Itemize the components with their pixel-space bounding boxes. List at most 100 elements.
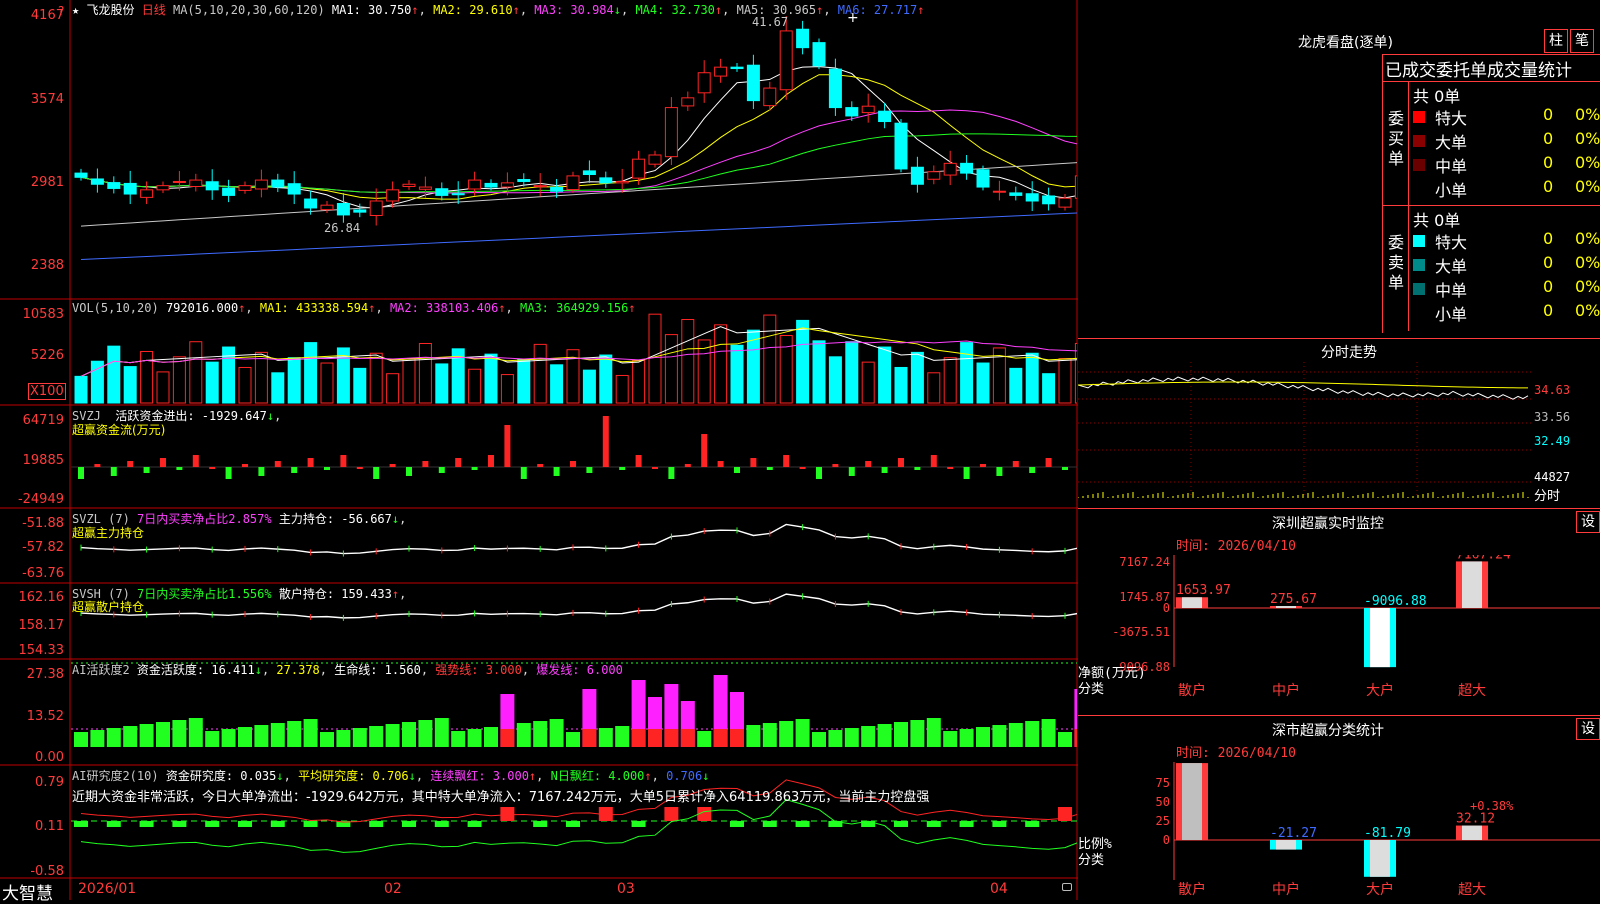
candle-body — [582, 170, 596, 176]
activity-bar — [352, 728, 367, 747]
main-ytick: 2981 — [30, 175, 64, 190]
candle-body — [304, 198, 318, 209]
ai2-comment: 近期大资金非常活跃，今日大单净流出：-1929.642万元，其中特大单净流入：7… — [72, 790, 930, 805]
flow-bar — [980, 464, 986, 467]
row-value: 0 — [1543, 277, 1554, 296]
value-label: 170.93 — [1176, 762, 1223, 764]
research-bar — [959, 821, 974, 827]
row-pct: 0% — [1575, 129, 1600, 148]
row-pct: 0% — [1575, 153, 1600, 172]
activity-bar — [746, 725, 761, 747]
activity-bar — [959, 729, 974, 747]
sell-side-label: 委卖单 — [1388, 233, 1405, 292]
activity-bar — [106, 728, 121, 747]
volume-bar — [943, 357, 957, 404]
fenshi-title: 分时走势 — [1321, 345, 1377, 361]
category-bar-inner — [1182, 763, 1202, 840]
ai2-t4: N日飘红: 4.000 — [550, 769, 645, 783]
svsh-text1: 7日内买卖净占比1.556% — [137, 587, 272, 601]
period-label[interactable]: 日线 — [142, 3, 166, 17]
monitor-settings-button[interactable]: 设 — [1576, 511, 1600, 533]
flow-bar — [324, 467, 330, 470]
activity-bar — [1058, 732, 1072, 747]
activity-bar — [188, 718, 203, 747]
ai2-ytick: -0.58 — [30, 864, 64, 879]
activity-bar — [844, 728, 859, 747]
candle-body — [730, 66, 744, 70]
row-pct: 0% — [1575, 253, 1600, 272]
svzj-ytick: 19885 — [22, 453, 64, 468]
main-ytick: 2388 — [30, 258, 64, 273]
value-label: -21.27 — [1270, 826, 1317, 841]
row-pct: 0% — [1575, 177, 1600, 196]
candle-body — [1042, 195, 1056, 205]
volume-bar — [304, 342, 318, 404]
volume-bar — [550, 364, 564, 404]
volume-bar — [1025, 352, 1039, 404]
research-bar — [926, 821, 941, 827]
chart-ytick: 50 — [1156, 795, 1170, 809]
svzj-subtitle: 超赢资金流(万元) — [72, 423, 166, 437]
row-pct: 0% — [1575, 105, 1600, 124]
star-icon[interactable]: ★ — [72, 3, 79, 17]
research-bar — [172, 821, 187, 827]
volume-bar — [1058, 358, 1072, 404]
candle-body — [205, 181, 219, 191]
research-bar — [139, 821, 154, 827]
intraday-chart[interactable] — [1078, 362, 1533, 498]
candlestick-chart[interactable] — [71, 0, 1077, 299]
flow-bar — [930, 455, 937, 467]
vol-ytick: 10583 — [22, 307, 64, 322]
stock-name: 飞龙股份 — [86, 3, 135, 17]
classify-settings-button[interactable]: 设 — [1576, 718, 1600, 740]
flow-bar — [668, 467, 675, 479]
classify-bar-chart[interactable]: 75 50 25 0 170.93 散户 -21.27 中户 -81.79 大户 32.12 超大 比例… — [1078, 762, 1600, 900]
svsh-text2: 散户持仓: 159.433 — [278, 587, 392, 601]
row-label: 中单 — [1435, 281, 1468, 300]
candle-body — [812, 42, 826, 67]
research-bar — [664, 807, 679, 821]
ai1-t2: 27.378 — [276, 663, 320, 677]
volume-bar — [796, 319, 810, 404]
activity-bar — [812, 732, 826, 747]
bottom-brand[interactable]: 大智慧 — [2, 879, 53, 904]
activity-bar — [1008, 723, 1023, 747]
ai2-header: AI研究度2(10) 资金研究度: 0.035↓, 平均研究度: 0.706↓,… — [72, 769, 710, 783]
fenshi-ytick: 44827 — [1534, 470, 1571, 484]
left-chart-area[interactable]: 4167 3574 2981 2388 ? 10583 5226 X100 64… — [0, 0, 1078, 904]
flow-bar — [750, 458, 757, 467]
candle-body — [369, 200, 383, 216]
tick-mode-button[interactable]: 笔 — [1570, 29, 1594, 53]
date-axis-label: 03 — [617, 881, 635, 897]
candle-body — [435, 188, 449, 196]
candle-body — [894, 122, 908, 170]
ma1-value: MA1: 30.750 — [331, 3, 412, 17]
flow-bar — [783, 455, 790, 467]
volume-bar — [664, 334, 678, 404]
row-label: 小单 — [1435, 305, 1468, 324]
flow-bar — [898, 458, 904, 467]
vol-ma2: MA2: 338103.406 — [389, 301, 499, 315]
row-value: 0 — [1543, 177, 1554, 196]
fenshi-ytick: 32.49 — [1534, 434, 1571, 448]
flow-bar — [914, 467, 921, 470]
flow-bar — [865, 461, 872, 467]
svsh-ytick: 154.33 — [18, 643, 65, 658]
candle-body — [172, 180, 186, 183]
value-label: -9096.88 — [1364, 594, 1427, 609]
flow-bar — [209, 467, 216, 469]
bar-mode-button[interactable]: 柱 — [1544, 29, 1568, 53]
monitor-bar-chart[interactable]: 7167.241745.870-3675.51-9096.881653.97散户… — [1078, 555, 1600, 715]
activity-base — [1074, 729, 1077, 747]
flow-bar — [947, 467, 954, 469]
candle-body — [418, 186, 432, 190]
candle-body — [222, 187, 236, 196]
candle-body — [976, 169, 990, 188]
chart-xlabel: 分类 — [1078, 853, 1104, 868]
flow-bar — [94, 464, 101, 467]
main-scroll-marker: ? — [58, 4, 65, 18]
row-value: 0 — [1543, 229, 1554, 248]
candle-body — [960, 162, 974, 174]
sell-total: 共 0单 — [1413, 211, 1461, 230]
candle-body — [140, 189, 154, 198]
